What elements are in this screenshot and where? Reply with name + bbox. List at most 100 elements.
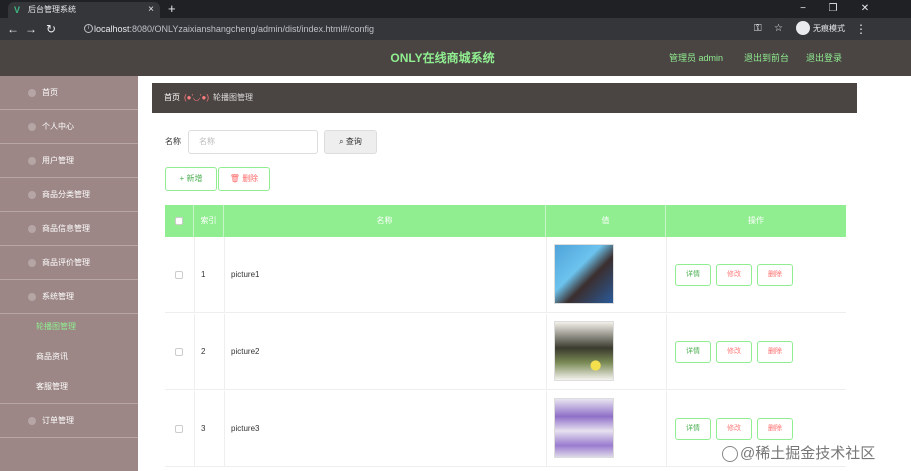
column-divider — [546, 391, 547, 467]
category-icon — [28, 191, 36, 199]
delete-button[interactable]: 🗑 删除 — [218, 167, 270, 191]
column-divider — [194, 391, 195, 467]
data-table: 索引 名称 值 操作 1 picture1 详情 修改 删除 2 picture… — [165, 205, 846, 471]
edit-button[interactable]: 修改 — [716, 418, 752, 440]
trash-icon: 🗑 — [229, 174, 243, 183]
window-close-icon[interactable]: ✕ — [850, 0, 880, 18]
add-button[interactable]: + 新增 — [165, 167, 217, 191]
column-divider — [194, 314, 195, 390]
close-tab-icon[interactable]: × — [148, 2, 154, 18]
sidebar: 首页 个人中心 用户管理 商品分类管理 商品信息管理 商品评价管理 系统管理 轮… — [0, 76, 138, 471]
sidebar-item-home[interactable]: 首页 — [0, 76, 138, 110]
detail-button[interactable]: 详情 — [675, 418, 711, 440]
user-icon — [28, 123, 36, 131]
column-header-value[interactable]: 值 — [546, 205, 666, 237]
new-tab-button[interactable]: + — [168, 1, 176, 17]
restore-icon[interactable]: ❐ — [818, 0, 848, 18]
sidebar-item-label: 商品评价管理 — [42, 258, 90, 267]
column-divider — [224, 391, 225, 467]
info-icon[interactable]: i — [84, 24, 93, 33]
breadcrumb-home[interactable]: 首页 — [164, 93, 180, 102]
url-field[interactable]: i localhost:8080/ONLYzaixianshangcheng/a… — [80, 20, 740, 38]
row-index: 3 — [201, 424, 206, 433]
carousel-image-thumbnail[interactable] — [554, 321, 614, 381]
row-checkbox[interactable] — [175, 425, 183, 433]
sidebar-item-label: 首页 — [42, 88, 58, 97]
incognito-label: 无痕模式 — [813, 24, 845, 33]
search-label: 名称 — [165, 137, 181, 146]
sidebar-item-news[interactable]: 商品资讯 — [0, 342, 138, 372]
column-divider — [666, 237, 667, 313]
sidebar-item-label: 商品资讯 — [36, 352, 68, 361]
column-header-actions: 操作 — [748, 216, 764, 225]
table-row[interactable]: 1 picture1 详情 修改 删除 — [165, 237, 846, 313]
browser-tab-bar: V 后台管理系统 × + − ❐ ✕ — [0, 0, 911, 18]
row-name: picture3 — [231, 424, 260, 433]
order-icon — [28, 417, 36, 425]
delete-button-label: 删除 — [242, 174, 259, 183]
row-name: picture1 — [231, 270, 260, 279]
sidebar-item-label: 订单管理 — [42, 416, 74, 425]
browser-tab-title: 后台管理系统 — [28, 5, 76, 14]
row-delete-button[interactable]: 删除 — [757, 264, 793, 286]
logout-link[interactable]: 退出登录 — [806, 40, 842, 76]
url-path: :8080/ONLYzaixianshangcheng/admin/dist/i… — [129, 24, 375, 34]
reload-icon[interactable]: ↻ — [42, 20, 60, 38]
backend-link[interactable]: 退出到前台 — [744, 40, 789, 76]
column-header-name[interactable]: 名称 — [224, 205, 546, 237]
edit-button[interactable]: 修改 — [716, 341, 752, 363]
address-bar-row: ← → ↻ i localhost:8080/ONLYzaixianshangc… — [0, 18, 911, 40]
sidebar-item-profile[interactable]: 个人中心 — [0, 110, 138, 144]
search-input[interactable]: 名称 — [188, 130, 318, 154]
sidebar-item-users[interactable]: 用户管理 — [0, 144, 138, 178]
forward-icon[interactable]: → — [22, 20, 40, 38]
breadcrumb-current: 轮播图管理 — [213, 93, 254, 102]
select-all-checkbox[interactable] — [175, 217, 183, 225]
home-icon — [28, 89, 36, 97]
row-delete-button[interactable]: 删除 — [757, 418, 793, 440]
app-header: ONLY在线商城系统 管理员 admin 退出到前台 退出登录 — [0, 40, 911, 76]
row-checkbox[interactable] — [175, 348, 183, 356]
sidebar-item-category[interactable]: 商品分类管理 — [0, 178, 138, 212]
sidebar-item-orders[interactable]: 订单管理 — [0, 404, 138, 438]
sidebar-item-products[interactable]: 商品信息管理 — [0, 212, 138, 246]
admin-label: 管理员 admin — [669, 53, 724, 63]
star-icon[interactable]: ☆ — [774, 20, 783, 38]
gear-icon — [28, 293, 36, 301]
sidebar-item-label: 个人中心 — [42, 122, 74, 131]
menu-kebab-icon[interactable]: ⋮ — [855, 20, 867, 38]
minimize-icon[interactable]: − — [788, 0, 818, 18]
breadcrumb-separator: (●'◡'●) — [184, 93, 210, 102]
sidebar-item-label: 客服管理 — [36, 382, 68, 391]
sidebar-item-label: 轮播图管理 — [36, 322, 76, 331]
users-icon — [28, 157, 36, 165]
row-checkbox[interactable] — [175, 271, 183, 279]
sidebar-item-carousel[interactable]: 轮播图管理 — [0, 312, 138, 342]
column-divider — [546, 237, 547, 313]
row-name: picture2 — [231, 347, 260, 356]
url-host: localhost — [94, 24, 130, 34]
sidebar-item-reviews[interactable]: 商品评价管理 — [0, 246, 138, 280]
column-divider — [224, 237, 225, 313]
incognito-icon[interactable] — [796, 21, 810, 35]
search-button[interactable]: ⌕ 查询 — [324, 130, 377, 154]
row-delete-button[interactable]: 删除 — [757, 341, 793, 363]
back-icon[interactable]: ← — [4, 20, 22, 38]
edit-button[interactable]: 修改 — [716, 264, 752, 286]
key-icon[interactable]: ⚿ — [754, 20, 762, 38]
product-icon — [28, 225, 36, 233]
search-button-label: 查询 — [345, 137, 362, 146]
browser-tab[interactable]: V 后台管理系统 × — [8, 2, 160, 18]
carousel-image-thumbnail[interactable] — [554, 244, 614, 304]
sidebar-item-system[interactable]: 系统管理 — [0, 280, 138, 314]
row-index: 2 — [201, 347, 206, 356]
row-index: 1 — [201, 270, 206, 279]
detail-button[interactable]: 详情 — [675, 341, 711, 363]
detail-button[interactable]: 详情 — [675, 264, 711, 286]
table-row[interactable]: 2 picture2 详情 修改 删除 — [165, 314, 846, 390]
sidebar-item-service[interactable]: 客服管理 — [0, 372, 138, 404]
column-header-index[interactable]: 索引 — [194, 205, 224, 237]
column-divider — [546, 314, 547, 390]
column-divider — [194, 237, 195, 313]
carousel-image-thumbnail[interactable] — [554, 398, 614, 458]
